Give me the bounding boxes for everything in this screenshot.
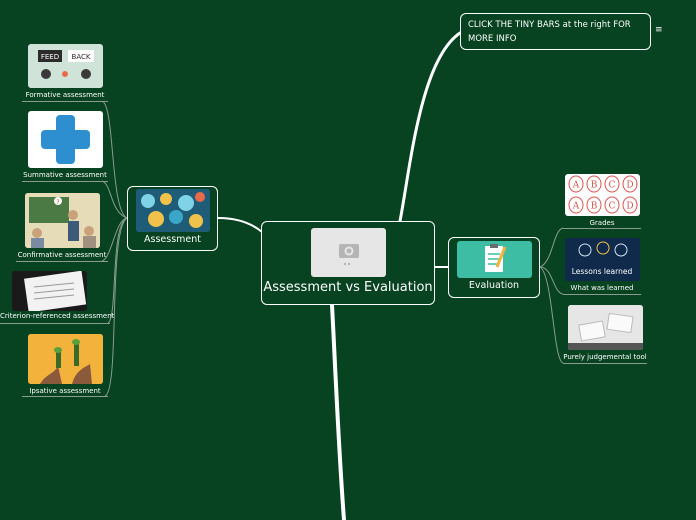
grades-topic[interactable]: A B C D A B C D Grades — [563, 174, 641, 227]
svg-text:BACK: BACK — [71, 53, 90, 61]
checklist-icon — [12, 271, 87, 311]
grade-letter: C — [608, 202, 615, 212]
underline — [22, 181, 108, 182]
leaf-label: Formative assessment — [25, 91, 105, 99]
link-central-assessment — [217, 217, 263, 233]
underline — [22, 101, 108, 102]
grade-letter: B — [590, 181, 597, 191]
grade-letter: A — [571, 202, 579, 212]
leaf-label: Criterion-referenced assessment — [0, 312, 115, 320]
camera-icon — [311, 228, 386, 277]
underline — [0, 323, 110, 324]
grade-letter: C — [608, 181, 615, 191]
svg-text:FEED: FEED — [40, 53, 58, 61]
underline — [16, 261, 108, 262]
assessment-title: Assessment — [144, 234, 201, 245]
info-note-node[interactable]: CLICK THE TINY BARS at the right FOR MOR… — [460, 13, 651, 50]
leaf-label: Summative assessment — [23, 171, 107, 179]
classroom-icon: ? — [24, 193, 100, 248]
summative-assessment-topic[interactable]: Summative assessment — [22, 111, 108, 179]
underline — [563, 363, 647, 364]
plants-icon — [27, 334, 103, 384]
lessons-learned-text: Lessons learned — [571, 267, 633, 276]
link-central-down — [330, 303, 346, 520]
central-topic-node[interactable]: Assessment vs Evaluation — [261, 221, 435, 305]
hamburger-icon[interactable]: ≡ — [655, 25, 663, 35]
underline — [563, 294, 641, 295]
word-cubes-icon — [567, 305, 643, 350]
grade-letter: D — [626, 202, 633, 212]
info-note-text: CLICK THE TINY BARS at the right FOR MOR… — [468, 20, 631, 44]
underline — [563, 228, 641, 229]
purely-judgemental-tool-topic[interactable]: Purely judgemental tool — [563, 305, 647, 361]
formative-assessment-topic[interactable]: FEED BACK Formative assessment — [22, 44, 108, 99]
leaf-label: Confirmative assessment — [17, 251, 107, 259]
evaluation-node[interactable]: Evaluation — [448, 237, 540, 298]
grade-letter: B — [590, 202, 597, 212]
svg-text:?: ? — [56, 199, 59, 206]
what-was-learned-topic[interactable]: Lessons learned What was learned — [563, 238, 641, 292]
leaf-label: Ipsative assessment — [29, 387, 101, 395]
evaluation-thumbnail — [457, 241, 532, 278]
plus-icon — [27, 111, 103, 168]
lessons-learned-icon: Lessons learned — [564, 238, 640, 281]
confirmative-assessment-topic[interactable]: ? Confirmative assessment — [16, 193, 108, 259]
grade-letter: A — [571, 181, 579, 191]
underline — [22, 396, 108, 397]
feedback-icon: FEED BACK — [27, 44, 103, 88]
leaf-label: Grades — [589, 219, 615, 227]
grades-icon: A B C D A B C D — [564, 174, 640, 216]
assessment-node[interactable]: Assessment — [127, 186, 218, 251]
assessment-thumbnail — [136, 189, 210, 232]
criterion-referenced-assessment-topic[interactable]: Criterion-referenced assessment — [0, 271, 115, 320]
evaluation-title: Evaluation — [468, 280, 520, 291]
grade-letter: D — [626, 181, 633, 191]
ipsative-assessment-topic[interactable]: Ipsative assessment — [22, 334, 108, 395]
link-central-note — [398, 31, 462, 223]
central-title: Assessment vs Evaluation — [263, 280, 433, 295]
leaf-label: What was learned — [570, 284, 634, 292]
leaf-label: Purely judgemental tool — [563, 353, 647, 361]
